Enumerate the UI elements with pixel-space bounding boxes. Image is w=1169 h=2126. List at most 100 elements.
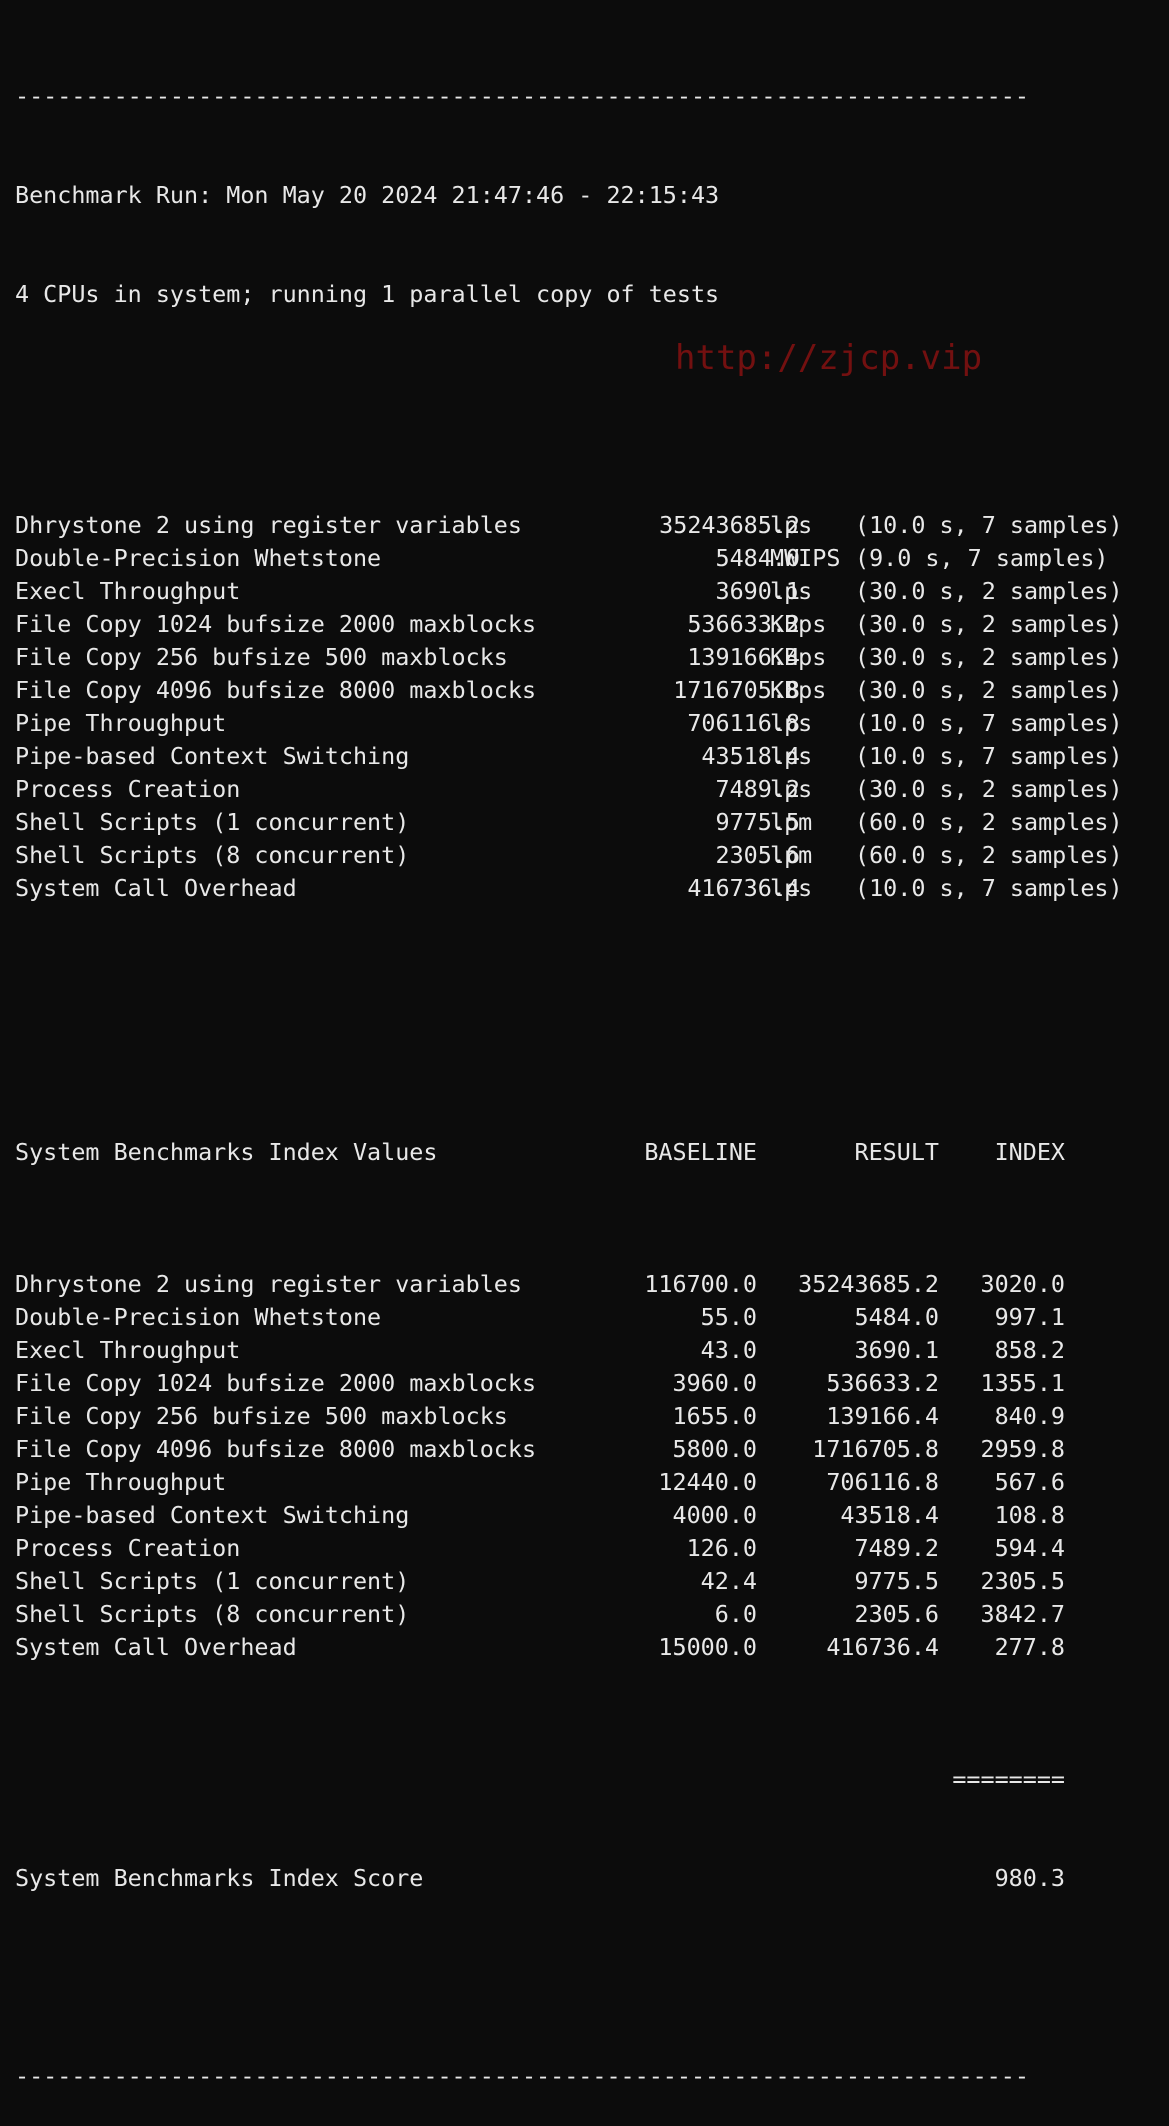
result-timing: (30.0 s, 2 samples) bbox=[855, 577, 1123, 605]
result-timing: (30.0 s, 2 samples) bbox=[855, 610, 1123, 638]
result-name: Pipe-based Context Switching bbox=[15, 742, 410, 770]
index-result: 7489.2 bbox=[854, 1534, 940, 1562]
index-header-result: RESULT bbox=[854, 1138, 940, 1166]
result-row: Shell Scripts (1 concurrent) 9775.5 lpm (60… bbox=[15, 806, 1165, 839]
index-name: Pipe-based Context Switching bbox=[15, 1501, 410, 1529]
result-unit: lpm bbox=[770, 841, 813, 869]
index-baseline: 4000.0 bbox=[672, 1501, 758, 1529]
index-result: 139166.4 bbox=[826, 1402, 939, 1430]
index-row: Pipe Throughput 12440.0 706116.8 567.6 bbox=[15, 1466, 1165, 1499]
index-name: Shell Scripts (8 concurrent) bbox=[15, 1600, 410, 1628]
result-unit: lps bbox=[770, 511, 813, 539]
result-unit: MWIPS bbox=[770, 544, 841, 572]
result-name: File Copy 1024 bufsize 2000 maxblocks bbox=[15, 610, 537, 638]
result-row: Process Creation 7489.2 lps (30.0 s, 2 samp… bbox=[15, 773, 1165, 806]
index-baseline: 42.4 bbox=[700, 1567, 757, 1595]
top-separator: ----------------------------------------… bbox=[15, 82, 1029, 110]
index-value: 277.8 bbox=[994, 1633, 1065, 1661]
index-value: 1355.1 bbox=[980, 1369, 1066, 1397]
result-row: File Copy 256 bufsize 500 maxblocks 13916… bbox=[15, 641, 1165, 674]
result-name: File Copy 256 bufsize 500 maxblocks bbox=[15, 643, 508, 671]
index-row: Double-Precision Whetstone 55.0 5484.0 997.… bbox=[15, 1301, 1165, 1334]
result-name: Double-Precision Whetstone bbox=[15, 544, 382, 572]
index-table: Dhrystone 2 using register variables 1167… bbox=[15, 1268, 1165, 1664]
index-row: Shell Scripts (1 concurrent) 42.4 9775.5 23… bbox=[15, 1565, 1165, 1598]
index-baseline: 1655.0 bbox=[672, 1402, 758, 1430]
index-row: Dhrystone 2 using register variables 1167… bbox=[15, 1268, 1165, 1301]
index-header-row: System Benchmarks Index Values BASELINE … bbox=[15, 1136, 1165, 1169]
index-name: File Copy 1024 bufsize 2000 maxblocks bbox=[15, 1369, 537, 1397]
score-row: System Benchmarks Index Score 980.3 bbox=[15, 1862, 1165, 1895]
index-result: 9775.5 bbox=[854, 1567, 940, 1595]
result-row: File Copy 1024 bufsize 2000 maxblocks 536… bbox=[15, 608, 1165, 641]
index-value: 3020.0 bbox=[980, 1270, 1066, 1298]
index-value: 858.2 bbox=[994, 1336, 1065, 1364]
index-result: 35243685.2 bbox=[798, 1270, 939, 1298]
index-result: 706116.8 bbox=[826, 1468, 939, 1496]
index-row: Shell Scripts (8 concurrent) 6.0 2305.6 384… bbox=[15, 1598, 1165, 1631]
result-unit: lps bbox=[770, 742, 813, 770]
index-name: Pipe Throughput bbox=[15, 1468, 227, 1496]
score-value: 980.3 bbox=[994, 1864, 1065, 1892]
result-row: Shell Scripts (8 concurrent) 2305.6 lpm (60… bbox=[15, 839, 1165, 872]
result-timing: (60.0 s, 2 samples) bbox=[855, 841, 1123, 869]
result-timing: (30.0 s, 2 samples) bbox=[855, 643, 1123, 671]
index-value: 567.6 bbox=[994, 1468, 1065, 1496]
result-timing: (30.0 s, 2 samples) bbox=[855, 676, 1123, 704]
index-name: Double-Precision Whetstone bbox=[15, 1303, 382, 1331]
index-value: 997.1 bbox=[994, 1303, 1065, 1331]
index-name: File Copy 4096 bufsize 8000 maxblocks bbox=[15, 1435, 537, 1463]
index-value: 594.4 bbox=[994, 1534, 1065, 1562]
score-rule-row: ======== bbox=[15, 1763, 1165, 1796]
index-baseline: 3960.0 bbox=[672, 1369, 758, 1397]
result-name: Execl Throughput bbox=[15, 577, 241, 605]
index-baseline: 6.0 bbox=[714, 1600, 757, 1628]
index-name: File Copy 256 bufsize 500 maxblocks bbox=[15, 1402, 508, 1430]
index-name: Dhrystone 2 using register variables bbox=[15, 1270, 522, 1298]
index-baseline: 5800.0 bbox=[672, 1435, 758, 1463]
index-name: Execl Throughput bbox=[15, 1336, 241, 1364]
index-result: 2305.6 bbox=[854, 1600, 940, 1628]
index-row: File Copy 4096 bufsize 8000 maxblocks 580… bbox=[15, 1433, 1165, 1466]
index-baseline: 55.0 bbox=[700, 1303, 757, 1331]
terminal-output[interactable]: ----------------------------------------… bbox=[15, 14, 1165, 2126]
result-name: File Copy 4096 bufsize 8000 maxblocks bbox=[15, 676, 537, 704]
result-timing: (60.0 s, 2 samples) bbox=[855, 808, 1123, 836]
index-row: Pipe-based Context Switching 4000.0 43518.… bbox=[15, 1499, 1165, 1532]
index-header-title: System Benchmarks Index Values bbox=[15, 1138, 438, 1166]
cpu-info-line: 4 CPUs in system; running 1 parallel cop… bbox=[15, 280, 720, 308]
result-name: Dhrystone 2 using register variables bbox=[15, 511, 522, 539]
result-name: System Call Overhead bbox=[15, 874, 297, 902]
result-name: Pipe Throughput bbox=[15, 709, 227, 737]
index-result: 536633.2 bbox=[826, 1369, 939, 1397]
index-header-index: INDEX bbox=[994, 1138, 1065, 1166]
result-unit: lps bbox=[770, 874, 813, 902]
index-value: 3842.7 bbox=[980, 1600, 1066, 1628]
result-row: Execl Throughput 3690.1 lps (30.0 s, 2 samp… bbox=[15, 575, 1165, 608]
result-row: Pipe-based Context Switching 43518.4 lps (1… bbox=[15, 740, 1165, 773]
result-name: Shell Scripts (8 concurrent) bbox=[15, 841, 410, 869]
index-row: File Copy 1024 bufsize 2000 maxblocks 396… bbox=[15, 1367, 1165, 1400]
result-unit: KBps bbox=[770, 610, 827, 638]
index-result: 3690.1 bbox=[854, 1336, 940, 1364]
benchmark-run-line: Benchmark Run: Mon May 20 2024 21:47:46 … bbox=[15, 181, 720, 209]
index-value: 2959.8 bbox=[980, 1435, 1066, 1463]
result-row: Dhrystone 2 using register variables 3524… bbox=[15, 509, 1165, 542]
index-result: 1716705.8 bbox=[812, 1435, 939, 1463]
result-timing: (10.0 s, 7 samples) bbox=[855, 709, 1123, 737]
result-name: Process Creation bbox=[15, 775, 241, 803]
score-label: System Benchmarks Index Score bbox=[15, 1864, 424, 1892]
index-value: 108.8 bbox=[994, 1501, 1065, 1529]
bottom-separator: ----------------------------------------… bbox=[15, 2062, 1029, 2090]
index-value: 840.9 bbox=[994, 1402, 1065, 1430]
result-timing: (10.0 s, 7 samples) bbox=[855, 511, 1123, 539]
index-baseline: 12440.0 bbox=[658, 1468, 757, 1496]
result-unit: lpm bbox=[770, 808, 813, 836]
index-baseline: 126.0 bbox=[686, 1534, 757, 1562]
index-row: Execl Throughput 43.0 3690.1 858.2 bbox=[15, 1334, 1165, 1367]
index-name: Process Creation bbox=[15, 1534, 241, 1562]
result-row: File Copy 4096 bufsize 8000 maxblocks 171… bbox=[15, 674, 1165, 707]
result-unit: KBps bbox=[770, 676, 827, 704]
